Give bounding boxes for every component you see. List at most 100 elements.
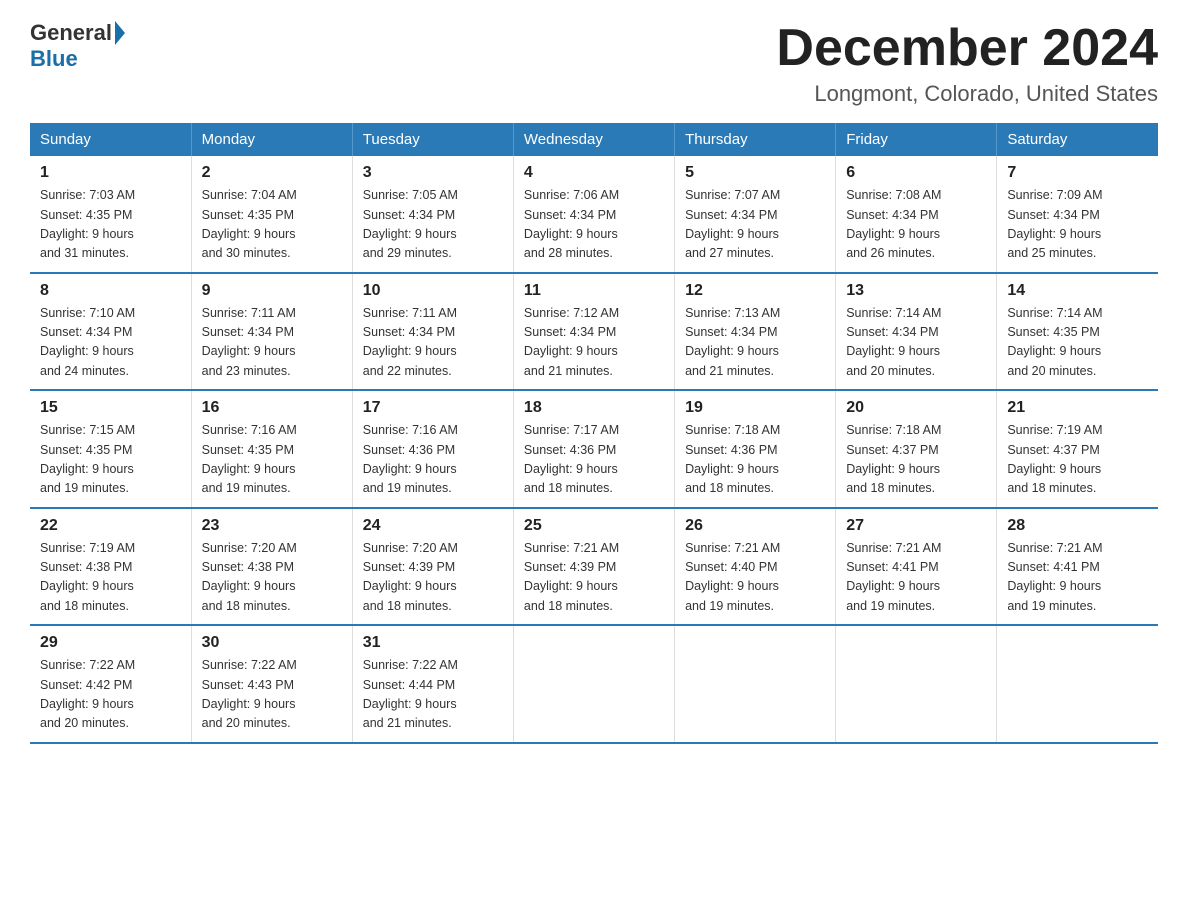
calendar-cell: 24Sunrise: 7:20 AMSunset: 4:39 PMDayligh…: [352, 508, 513, 626]
calendar-cell: 30Sunrise: 7:22 AMSunset: 4:43 PMDayligh…: [191, 625, 352, 743]
weekday-header-monday: Monday: [191, 123, 352, 156]
calendar-cell: 25 Sunrise: 7:21 AMSunset: 4:39 PMDayligh…: [513, 508, 674, 626]
logo: General Blue: [30, 20, 127, 72]
day-number: 31: [363, 634, 503, 652]
calendar-week-row: 8 Sunrise: 7:10 AMSunset: 4:34 PMDaylight…: [30, 273, 1158, 391]
day-number: 24: [363, 517, 503, 535]
day-info: Sunrise: 7:22 AMSunset: 4:44 PMDaylight:…: [363, 656, 503, 734]
day-info: Sunrise: 7:12 AMSunset: 4:34 PMDaylight:…: [524, 304, 664, 382]
day-number: 11: [524, 282, 664, 300]
day-number: 5: [685, 164, 825, 182]
calendar-cell: [675, 625, 836, 743]
day-info: Sunrise: 7:07 AMSunset: 4:34 PMDaylight:…: [685, 186, 825, 264]
calendar-cell: 3 Sunrise: 7:05 AMSunset: 4:34 PMDaylight…: [352, 156, 513, 273]
calendar-cell: 13 Sunrise: 7:14 AMSunset: 4:34 PMDayligh…: [836, 273, 997, 391]
location-title: Longmont, Colorado, United States: [776, 81, 1158, 107]
day-info: Sunrise: 7:17 AMSunset: 4:36 PMDaylight:…: [524, 421, 664, 499]
calendar-cell: 14 Sunrise: 7:14 AMSunset: 4:35 PMDayligh…: [997, 273, 1158, 391]
day-number: 17: [363, 399, 503, 417]
day-number: 28: [1007, 517, 1148, 535]
day-number: 18: [524, 399, 664, 417]
day-number: 13: [846, 282, 986, 300]
day-number: 9: [202, 282, 342, 300]
day-number: 4: [524, 164, 664, 182]
calendar-cell: 8 Sunrise: 7:10 AMSunset: 4:34 PMDaylight…: [30, 273, 191, 391]
day-info: Sunrise: 7:11 AMSunset: 4:34 PMDaylight:…: [202, 304, 342, 382]
day-info: Sunrise: 7:10 AMSunset: 4:34 PMDaylight:…: [40, 304, 181, 382]
calendar-cell: 28 Sunrise: 7:21 AMSunset: 4:41 PMDayligh…: [997, 508, 1158, 626]
day-number: 23: [202, 517, 342, 535]
day-info: Sunrise: 7:08 AMSunset: 4:34 PMDaylight:…: [846, 186, 986, 264]
calendar-cell: [997, 625, 1158, 743]
title-block: December 2024 Longmont, Colorado, United…: [776, 20, 1158, 107]
day-info: Sunrise: 7:18 AMSunset: 4:37 PMDaylight:…: [846, 421, 986, 499]
calendar-week-row: 15 Sunrise: 7:15 AMSunset: 4:35 PMDayligh…: [30, 390, 1158, 508]
logo-general-text: General: [30, 20, 112, 46]
calendar-cell: 20 Sunrise: 7:18 AMSunset: 4:37 PMDayligh…: [836, 390, 997, 508]
month-title: December 2024: [776, 20, 1158, 77]
day-number: 21: [1007, 399, 1148, 417]
day-info: Sunrise: 7:21 AMSunset: 4:41 PMDaylight:…: [1007, 539, 1148, 617]
day-number: 8: [40, 282, 181, 300]
day-info: Sunrise: 7:22 AMSunset: 4:42 PMDaylight:…: [40, 656, 181, 734]
day-info: Sunrise: 7:21 AMSunset: 4:40 PMDaylight:…: [685, 539, 825, 617]
day-info: Sunrise: 7:14 AMSunset: 4:34 PMDaylight:…: [846, 304, 986, 382]
calendar-cell: 12 Sunrise: 7:13 AMSunset: 4:34 PMDayligh…: [675, 273, 836, 391]
calendar-cell: 4 Sunrise: 7:06 AMSunset: 4:34 PMDaylight…: [513, 156, 674, 273]
day-info: Sunrise: 7:14 AMSunset: 4:35 PMDaylight:…: [1007, 304, 1148, 382]
day-number: 14: [1007, 282, 1148, 300]
weekday-header-wednesday: Wednesday: [513, 123, 674, 156]
calendar-week-row: 1Sunrise: 7:03 AMSunset: 4:35 PMDaylight…: [30, 156, 1158, 273]
calendar-cell: 18 Sunrise: 7:17 AMSunset: 4:36 PMDayligh…: [513, 390, 674, 508]
logo-arrow-icon: [115, 21, 125, 45]
day-info: Sunrise: 7:21 AMSunset: 4:39 PMDaylight:…: [524, 539, 664, 617]
calendar-cell: 15 Sunrise: 7:15 AMSunset: 4:35 PMDayligh…: [30, 390, 191, 508]
calendar-cell: 10 Sunrise: 7:11 AMSunset: 4:34 PMDayligh…: [352, 273, 513, 391]
day-info: Sunrise: 7:22 AMSunset: 4:43 PMDaylight:…: [202, 656, 342, 734]
day-info: Sunrise: 7:11 AMSunset: 4:34 PMDaylight:…: [363, 304, 503, 382]
day-info: Sunrise: 7:05 AMSunset: 4:34 PMDaylight:…: [363, 186, 503, 264]
day-info: Sunrise: 7:09 AMSunset: 4:34 PMDaylight:…: [1007, 186, 1148, 264]
weekday-header-saturday: Saturday: [997, 123, 1158, 156]
calendar-cell: 23Sunrise: 7:20 AMSunset: 4:38 PMDayligh…: [191, 508, 352, 626]
calendar-cell: 11 Sunrise: 7:12 AMSunset: 4:34 PMDayligh…: [513, 273, 674, 391]
calendar-cell: 16 Sunrise: 7:16 AMSunset: 4:35 PMDayligh…: [191, 390, 352, 508]
day-info: Sunrise: 7:21 AMSunset: 4:41 PMDaylight:…: [846, 539, 986, 617]
calendar-header: SundayMondayTuesdayWednesdayThursdayFrid…: [30, 123, 1158, 156]
day-number: 16: [202, 399, 342, 417]
calendar-week-row: 22Sunrise: 7:19 AMSunset: 4:38 PMDayligh…: [30, 508, 1158, 626]
calendar-cell: 17Sunrise: 7:16 AMSunset: 4:36 PMDayligh…: [352, 390, 513, 508]
calendar-cell: [513, 625, 674, 743]
day-info: Sunrise: 7:03 AMSunset: 4:35 PMDaylight:…: [40, 186, 181, 264]
day-number: 25: [524, 517, 664, 535]
day-number: 12: [685, 282, 825, 300]
day-info: Sunrise: 7:19 AMSunset: 4:37 PMDaylight:…: [1007, 421, 1148, 499]
day-number: 22: [40, 517, 181, 535]
day-number: 19: [685, 399, 825, 417]
day-info: Sunrise: 7:15 AMSunset: 4:35 PMDaylight:…: [40, 421, 181, 499]
calendar-cell: 7Sunrise: 7:09 AMSunset: 4:34 PMDaylight…: [997, 156, 1158, 273]
weekday-header-thursday: Thursday: [675, 123, 836, 156]
day-number: 2: [202, 164, 342, 182]
calendar-cell: 21 Sunrise: 7:19 AMSunset: 4:37 PMDayligh…: [997, 390, 1158, 508]
calendar-cell: 31 Sunrise: 7:22 AMSunset: 4:44 PMDayligh…: [352, 625, 513, 743]
day-number: 29: [40, 634, 181, 652]
day-number: 27: [846, 517, 986, 535]
calendar-cell: 26Sunrise: 7:21 AMSunset: 4:40 PMDayligh…: [675, 508, 836, 626]
calendar-cell: 27 Sunrise: 7:21 AMSunset: 4:41 PMDayligh…: [836, 508, 997, 626]
calendar-cell: [836, 625, 997, 743]
day-info: Sunrise: 7:06 AMSunset: 4:34 PMDaylight:…: [524, 186, 664, 264]
day-info: Sunrise: 7:16 AMSunset: 4:35 PMDaylight:…: [202, 421, 342, 499]
calendar-cell: 29 Sunrise: 7:22 AMSunset: 4:42 PMDayligh…: [30, 625, 191, 743]
weekday-header-sunday: Sunday: [30, 123, 191, 156]
calendar-cell: 1Sunrise: 7:03 AMSunset: 4:35 PMDaylight…: [30, 156, 191, 273]
weekday-header-friday: Friday: [836, 123, 997, 156]
day-number: 10: [363, 282, 503, 300]
day-number: 3: [363, 164, 503, 182]
calendar-table: SundayMondayTuesdayWednesdayThursdayFrid…: [30, 123, 1158, 744]
day-info: Sunrise: 7:13 AMSunset: 4:34 PMDaylight:…: [685, 304, 825, 382]
day-number: 15: [40, 399, 181, 417]
day-number: 20: [846, 399, 986, 417]
logo-blue-text: Blue: [30, 46, 78, 72]
day-info: Sunrise: 7:18 AMSunset: 4:36 PMDaylight:…: [685, 421, 825, 499]
